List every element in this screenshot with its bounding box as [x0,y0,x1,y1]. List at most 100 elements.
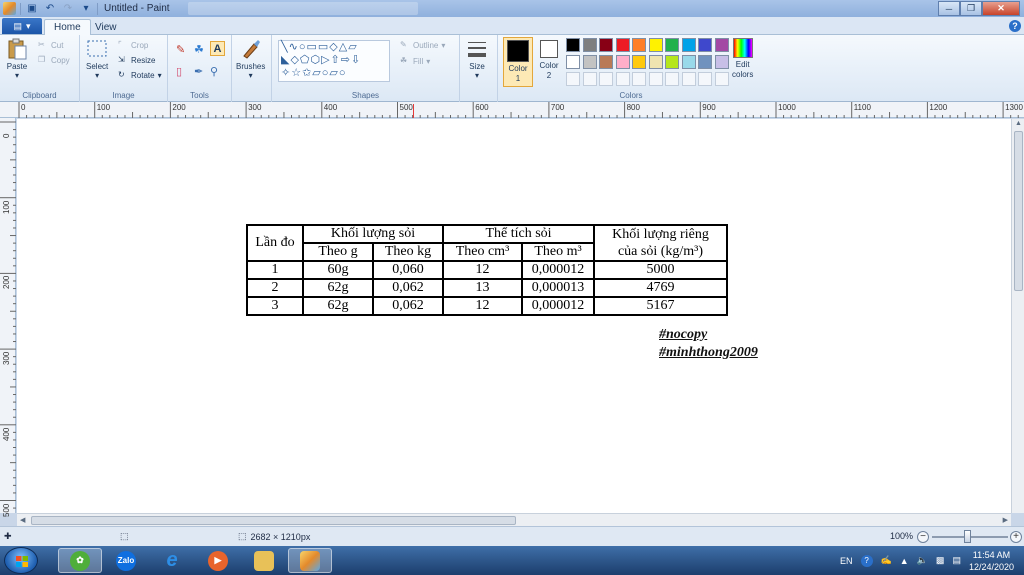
network-icon[interactable]: ▤ [952,555,961,566]
language-indicator[interactable]: EN [840,556,853,566]
pencil-icon[interactable]: ✎ [176,43,185,56]
palette-swatch[interactable] [665,72,679,86]
palette-swatch[interactable] [714,38,729,52]
zoom-out-button[interactable]: − [917,531,929,543]
paint-menu-button[interactable]: ▤ ▾ [2,18,42,34]
copy-button[interactable]: ❐ Copy [38,55,70,65]
taskbar-app-zalo[interactable]: Zalo [104,548,148,573]
start-button[interactable] [4,547,38,574]
show-hidden-icons-icon[interactable]: ▲ [900,556,909,566]
palette-swatch[interactable] [599,38,613,52]
shapes-gallery[interactable]: ╲∿○▭▭◇△▱ ◣◇⬠⬡▷⇧⇨⇩ ✧☆✩▱○▱○ [278,40,390,82]
select-button[interactable]: Select ▾ [86,38,108,80]
color-picker-icon[interactable]: ✒ [194,65,203,78]
scroll-left-icon[interactable]: ◀ [20,516,25,524]
internet-explorer-icon: e [166,549,178,571]
rotate-label: Rotate [131,70,155,80]
palette-swatch[interactable] [648,38,663,52]
maximize-button[interactable]: ❐ [960,1,982,16]
palette-swatch[interactable] [665,38,679,52]
vertical-scrollbar[interactable]: ▲ [1011,119,1024,513]
palette-swatch[interactable] [599,55,613,69]
pen-icon[interactable]: ✍ [881,555,892,566]
size-button[interactable]: Size ▾ [466,38,488,80]
palette-swatch[interactable] [698,72,712,86]
palette-swatch[interactable] [632,55,646,69]
customize-toolbar-icon[interactable]: ▾ [79,2,93,15]
eraser-icon[interactable]: ▯ [176,65,182,78]
palette-swatch[interactable] [714,55,729,69]
drawing-canvas[interactable] [17,119,1011,513]
color2-button[interactable]: Color 2 [536,38,562,81]
vertical-scroll-thumb[interactable] [1014,131,1023,291]
taskbar-app-browser[interactable]: ✿ [58,548,102,573]
scroll-up-icon[interactable]: ▲ [1015,120,1022,127]
help-icon[interactable]: ? [1009,20,1021,32]
palette-swatch[interactable] [681,38,696,52]
cut-button[interactable]: ✂ Cut [38,40,63,50]
crop-button[interactable]: ⌜ Crop [118,40,148,50]
palette-swatch[interactable] [698,55,712,69]
zoom-in-button[interactable]: + [1010,531,1022,543]
fill-button[interactable]: ☘ Fill ▾ [400,56,430,66]
table-header-row: Lần đo Khối lượng sỏi Thể tích sỏi Khối … [246,224,728,262]
palette-swatch[interactable] [648,72,663,86]
palette-swatch[interactable] [681,72,696,86]
color1-button[interactable]: Color 1 [503,37,533,87]
palette-swatch[interactable] [615,38,630,52]
close-button[interactable]: ✕ [982,1,1020,16]
palette-swatch[interactable] [566,38,580,52]
palette-swatch[interactable] [681,55,696,69]
palette-swatch[interactable] [714,72,729,86]
tab-view[interactable]: View [86,19,126,35]
edit-colors-button[interactable]: Edit colors [732,38,753,80]
fill-bucket-icon[interactable]: ☘ [194,43,204,56]
ruler-label: 500 [399,103,413,112]
rotate-button[interactable]: ↻ Rotate ▾ [118,70,162,80]
subheader-kg: Theo kg [372,242,444,262]
volume-icon[interactable]: 🔈 [917,555,928,566]
palette-swatch[interactable] [615,72,630,86]
text-tool-icon[interactable]: A [210,41,225,56]
palette-swatch[interactable] [665,55,679,69]
palette-swatch[interactable] [582,38,597,52]
palette-swatch[interactable] [648,55,663,69]
redo-icon[interactable]: ↷ [61,2,75,15]
cell-cm3: 13 [442,278,523,298]
network-signal-icon[interactable]: ▩ [936,555,945,566]
palette-swatch[interactable] [698,38,712,52]
palette-swatch[interactable] [582,72,597,86]
paint-icon [300,550,320,571]
paste-button[interactable]: Paste ▾ [6,38,28,80]
palette-swatch[interactable] [599,72,613,86]
cell-kg: 0,062 [372,278,444,298]
system-clock[interactable]: 11:54 AM 12/24/2020 [969,549,1014,573]
size-label: Size [469,62,485,71]
horizontal-scrollbar[interactable]: ◀ ▶ [17,513,1011,526]
scroll-right-icon[interactable]: ▶ [1003,516,1008,524]
palette-swatch[interactable] [615,55,630,69]
magnifier-icon[interactable]: ⚲ [210,65,218,78]
palette-swatch[interactable] [566,55,580,69]
palette-swatch[interactable] [566,72,580,86]
zoom-slider-thumb[interactable] [964,530,971,543]
horizontal-scroll-thumb[interactable] [31,516,516,525]
save-icon[interactable]: ▣ [25,2,39,15]
paint-app-icon[interactable] [3,2,16,15]
resize-button[interactable]: ⇲ Resize [118,55,155,65]
outline-button[interactable]: ✎ Outline ▾ [400,40,445,50]
brushes-button[interactable]: Brushes ▾ [236,38,265,80]
palette-swatch[interactable] [632,72,646,86]
horizontal-ruler: 0 100 200 300 400 500 600 700 800 900 1000 1100 1200… [0,102,1024,118]
taskbar-app-paint[interactable] [288,548,332,573]
taskbar-app-internet-explorer[interactable]: e [150,548,194,573]
help-icon[interactable]: ? [860,554,873,567]
palette-swatch[interactable] [632,38,646,52]
taskbar-app-media-player[interactable]: ▶ [196,548,240,573]
palette-swatch[interactable] [582,55,597,69]
taskbar-app-file-explorer[interactable] [242,548,286,573]
resize-icon: ⇲ [118,55,125,64]
tab-home[interactable]: Home [44,19,91,35]
minimize-button[interactable]: ─ [938,1,960,16]
undo-icon[interactable]: ↶ [43,2,57,15]
